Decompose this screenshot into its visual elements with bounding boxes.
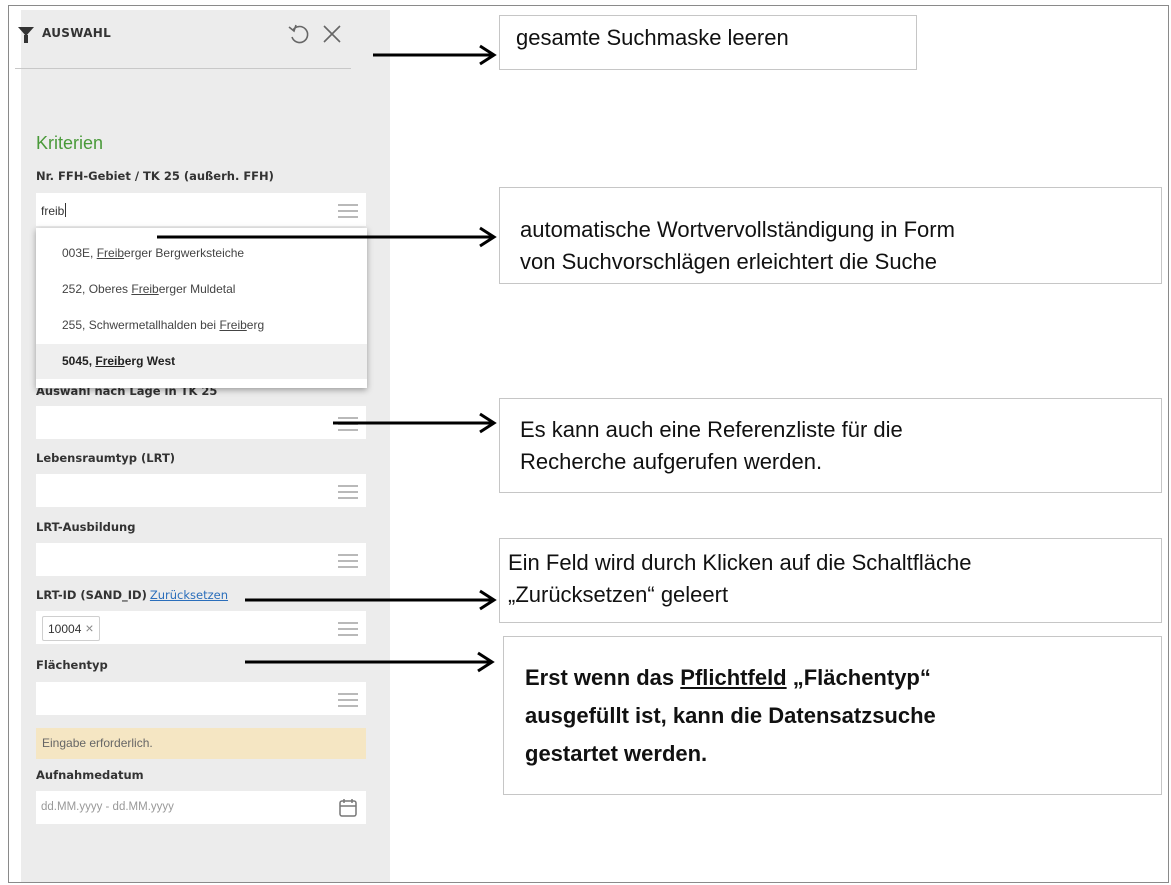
annotation-arrows <box>157 44 497 673</box>
